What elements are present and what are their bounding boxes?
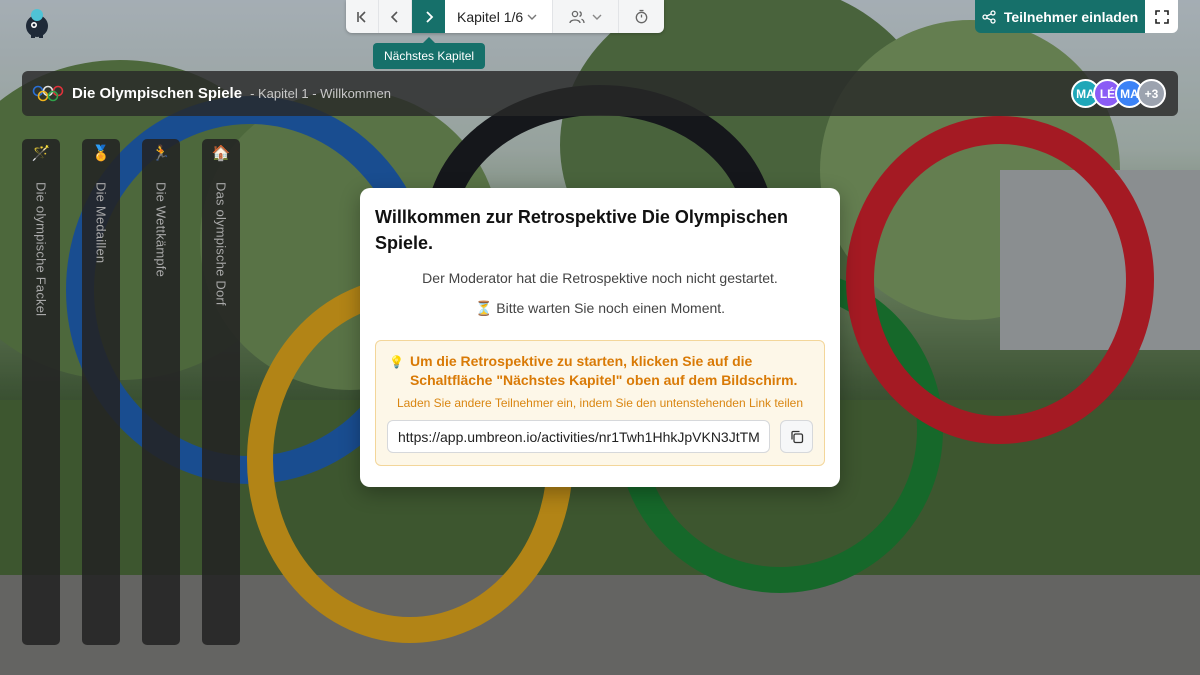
skip-first-icon — [357, 10, 366, 23]
next-chapter-button[interactable] — [412, 0, 445, 33]
torch-icon: 🪄 — [31, 145, 51, 162]
start-hint-text: Um die Retrospektive zu starten, klicken… — [409, 353, 798, 388]
previous-chapter-button[interactable] — [379, 0, 412, 33]
chapter-select[interactable]: Kapitel 1/6 — [445, 0, 553, 33]
next-chapter-tooltip: Nächstes Kapitel — [373, 37, 486, 69]
first-chapter-button[interactable] — [346, 0, 379, 33]
olympic-rings-icon — [32, 85, 64, 101]
invite-link-field[interactable] — [387, 420, 770, 453]
invite-label: Teilnehmer einladen — [1003, 8, 1139, 25]
welcome-card: Willkommen zur Retrospektive Die Olympis… — [360, 188, 840, 487]
invite-hint-text: Laden Sie andere Teilnehmer ein, indem S… — [396, 396, 804, 410]
medal-icon: 🏅 — [91, 145, 111, 162]
users-icon — [568, 10, 585, 23]
copy-icon — [790, 430, 803, 443]
stopwatch-icon — [635, 9, 648, 24]
chapter-column-competitions[interactable]: 🏃 Die Wettkämpfe — [142, 139, 180, 645]
chapter-column-label: Das olympische Dorf — [213, 182, 229, 306]
activity-titlebar: Die Olympischen Spiele - Kapitel 1 - Wil… — [22, 71, 1178, 116]
wait-message-text: Bitte warten Sie noch einen Moment. — [496, 300, 726, 316]
chapter-toolbar: Kapitel 1/6 — [346, 0, 664, 33]
copy-link-button[interactable] — [780, 420, 813, 453]
chapter-column-label: Die olympische Fackel — [33, 182, 49, 317]
chapter-subtitle: - Kapitel 1 - Willkommen — [250, 86, 391, 101]
not-started-message: Der Moderator hat die Retrospektive noch… — [422, 270, 778, 286]
start-hint-box: 💡 Um die Retrospektive zu starten, klick… — [375, 340, 825, 466]
share-icon — [982, 9, 996, 24]
chevron-right-icon — [425, 10, 433, 23]
participants-dropdown[interactable] — [553, 0, 619, 33]
lightbulb-icon: 💡 — [389, 355, 404, 369]
chevron-down-icon — [592, 14, 601, 20]
welcome-title: Willkommen zur Retrospektive Die Olympis… — [375, 207, 788, 253]
fullscreen-button[interactable] — [1145, 0, 1178, 33]
athlete-icon: 🏃 — [151, 145, 171, 162]
chapter-column-village[interactable]: 🏠 Das olympische Dorf — [202, 139, 240, 645]
timer-button[interactable] — [619, 0, 664, 33]
chapter-column-torch[interactable]: 🪄 Die olympische Fackel — [22, 139, 60, 645]
wait-message: ⏳ Bitte warten Sie noch einen Moment. — [375, 300, 825, 317]
house-icon: 🏠 — [211, 145, 231, 162]
invite-participants-button[interactable]: Teilnehmer einladen — [975, 0, 1145, 33]
chapter-column-medals[interactable]: 🏅 Die Medaillen — [82, 139, 120, 645]
chevron-down-icon — [527, 14, 537, 20]
fullscreen-icon — [1154, 9, 1169, 24]
participant-avatars[interactable]: MA LÉ MA +3 — [1071, 79, 1166, 108]
more-participants-badge[interactable]: +3 — [1137, 79, 1166, 108]
chapter-select-label: Kapitel 1/6 — [457, 8, 524, 25]
chevron-left-icon — [390, 10, 398, 23]
chapter-column-label: Die Medaillen — [93, 182, 109, 264]
activity-title: Die Olympischen Spiele — [72, 85, 243, 102]
app-logo[interactable] — [22, 6, 52, 38]
chapter-column-label: Die Wettkämpfe — [153, 182, 169, 278]
hourglass-icon: ⏳ — [474, 300, 493, 316]
